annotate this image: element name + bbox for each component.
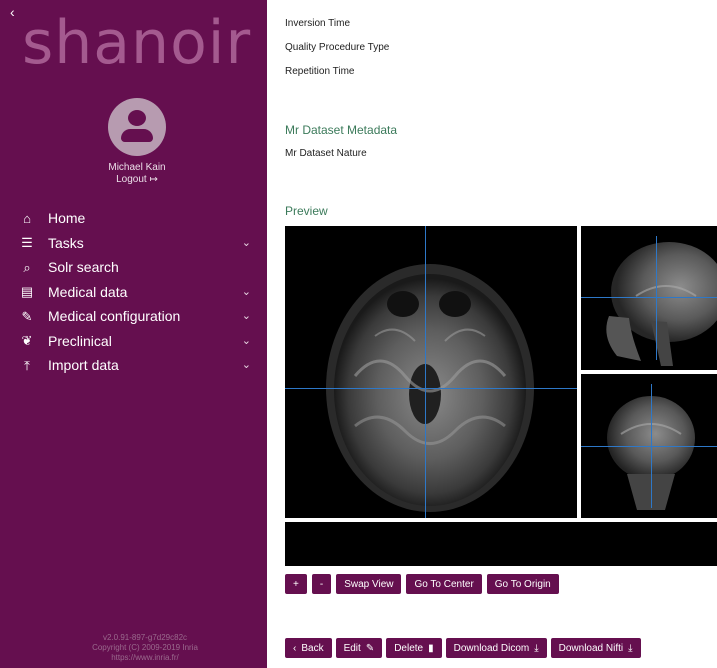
section-title-preview: Preview — [285, 204, 328, 218]
axial-slice-image — [326, 264, 534, 512]
tasks-icon: ☰ — [21, 235, 33, 251]
chevron-down-icon: ⌄ — [241, 285, 251, 298]
download-nifti-label: Download Nifti — [558, 642, 624, 654]
logo-text: shanoir — [22, 8, 252, 78]
nav-item-medical-data[interactable]: ▤ Medical data ⌄ — [0, 280, 267, 305]
logout-label: Logout — [116, 174, 147, 185]
chevron-down-icon: ⌄ — [241, 359, 251, 371]
field-repetition-time: Repetition Time — [285, 66, 355, 77]
app-logo[interactable]: shanoir — [22, 8, 267, 78]
nav-label: Tasks — [48, 234, 84, 251]
nav-item-home[interactable]: ⌂ Home — [0, 206, 267, 231]
file-icon: ▤ — [20, 284, 34, 300]
chevron-down-icon: ⌄ — [241, 334, 251, 347]
action-bar: ‹ Back Edit ✎ Delete ▮ Download Dicom ⤓ … — [285, 638, 641, 658]
edit-label: Edit — [343, 642, 361, 654]
wrench-icon: ✎ — [21, 308, 33, 324]
main-nav: ⌂ Home ☰ Tasks ⌄ ⌕ Solr search ▤ Medical… — [0, 206, 267, 378]
crosshair-horizontal — [581, 297, 717, 298]
sagittal-slice-image — [606, 242, 717, 366]
coronal-view[interactable] — [581, 374, 717, 518]
go-to-center-button[interactable]: Go To Center — [406, 574, 482, 594]
download-dicom-label: Download Dicom — [453, 642, 530, 654]
nav-item-solr-search[interactable]: ⌕ Solr search — [0, 255, 267, 280]
logout-link[interactable]: Logout ↦ — [0, 174, 274, 185]
field-quality-procedure-type: Quality Procedure Type — [285, 42, 390, 53]
edit-icon: ✎ — [365, 642, 375, 654]
axial-view[interactable] — [285, 226, 577, 518]
swap-view-button[interactable]: Swap View — [336, 574, 402, 594]
avatar-head-icon — [128, 110, 146, 126]
version-number: v2.0.91-897-g7d29c82c — [102, 633, 188, 642]
zoom-in-button[interactable]: + — [285, 574, 307, 594]
chevron-down-icon: ⌄ — [241, 310, 251, 322]
nav-item-tasks[interactable]: ☰ Tasks ⌄ — [0, 231, 267, 256]
section-title-metadata: Mr Dataset Metadata — [285, 123, 398, 137]
avatar — [108, 98, 166, 156]
copyright: Copyright (C) 2009-2019 Inria — [92, 643, 198, 652]
crosshair-vertical — [651, 384, 652, 508]
upload-icon: ⤒ — [24, 357, 30, 373]
zoom-out-button[interactable]: - — [311, 574, 332, 594]
crosshair-horizontal — [581, 446, 717, 447]
edit-button[interactable]: Edit ✎ — [335, 638, 383, 658]
nav-label: Medical data — [48, 283, 128, 300]
nav-label: Medical configuration — [48, 308, 181, 325]
inria-link[interactable]: https://www.inria.fr/ — [0, 653, 290, 663]
delete-label: Delete — [394, 642, 424, 654]
chevron-down-icon: ⌄ — [241, 236, 251, 249]
nav-item-import-data[interactable]: ⤒ Import data ⌄ — [0, 353, 267, 378]
back-label: Back — [301, 642, 324, 654]
sagittal-view[interactable] — [581, 226, 717, 370]
search-icon: ⌕ — [23, 259, 31, 275]
nav-label: Preclinical — [48, 332, 112, 349]
go-to-origin-button[interactable]: Go To Origin — [486, 574, 559, 594]
chevron-left-icon: ‹ — [293, 642, 297, 654]
crosshair-vertical — [425, 226, 426, 518]
viewer-controls: + - Swap View Go To Center Go To Origin — [285, 574, 559, 594]
download-nifti-button[interactable]: Download Nifti ⤓ — [550, 638, 641, 658]
nav-label: Solr search — [48, 259, 119, 276]
sidebar: ‹ shanoir Michael Kain Logout ↦ ⌂ Home ☰… — [0, 0, 267, 668]
download-icon: ⤓ — [628, 642, 633, 654]
delete-button[interactable]: Delete ▮ — [386, 638, 442, 658]
nav-label: Import data — [48, 357, 119, 374]
nav-label: Home — [48, 210, 86, 227]
version-info: v2.0.91-897-g7d29c82c Copyright (C) 2009… — [0, 633, 290, 663]
main-content: Inversion Time Quality Procedure Type Re… — [267, 0, 717, 668]
image-viewer — [285, 226, 717, 566]
field-inversion-time: Inversion Time — [285, 18, 351, 29]
viewer-info-strip — [285, 522, 717, 566]
home-icon: ⌂ — [23, 210, 31, 226]
sign-out-icon: ↦ — [149, 174, 158, 185]
nav-item-preclinical[interactable]: ❦ Preclinical ⌄ — [0, 329, 267, 354]
back-button[interactable]: ‹ Back — [285, 638, 332, 658]
trash-icon: ▮ — [428, 642, 434, 654]
crosshair-vertical — [656, 236, 657, 360]
field-mr-dataset-nature: Mr Dataset Nature — [285, 148, 367, 159]
collapse-sidebar-icon[interactable]: ‹ — [10, 4, 15, 20]
crosshair-horizontal — [285, 388, 577, 389]
download-dicom-button[interactable]: Download Dicom ⤓ — [445, 638, 547, 658]
mouse-icon: ❦ — [21, 333, 33, 349]
user-name: Michael Kain — [108, 162, 166, 173]
download-icon: ⤓ — [534, 642, 539, 654]
avatar-body-icon — [121, 129, 153, 142]
nav-item-medical-configuration[interactable]: ✎ Medical configuration ⌄ — [0, 304, 267, 329]
